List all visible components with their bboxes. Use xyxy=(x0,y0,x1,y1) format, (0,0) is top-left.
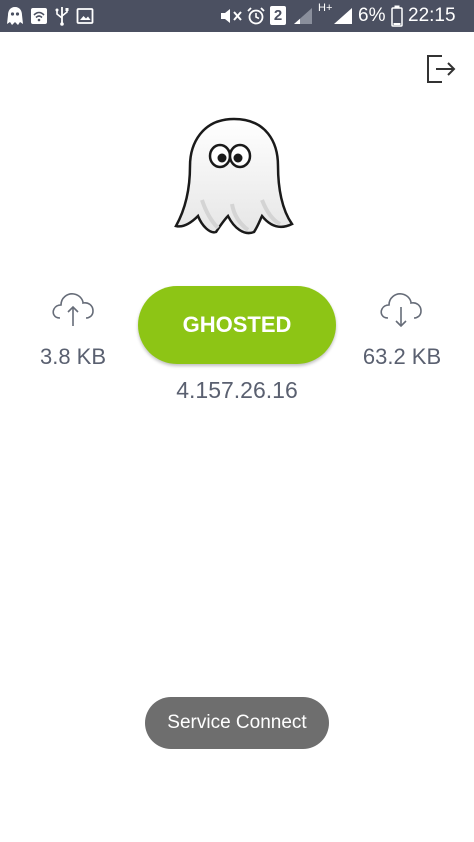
battery-percent: 6% xyxy=(358,5,386,26)
upload-amount: 3.8 KB xyxy=(39,344,107,369)
toast-message: Service Connect xyxy=(145,697,329,749)
ghost-logo xyxy=(174,117,294,235)
ip-address: 4.157.26.16 xyxy=(176,377,298,403)
alarm-icon xyxy=(247,7,265,25)
ghost-app-icon xyxy=(7,7,23,25)
exit-button[interactable] xyxy=(422,50,460,88)
status-bar-right: 2 H+ 6% 22:15 xyxy=(218,2,468,28)
battery-icon xyxy=(391,5,403,27)
status-bar: 2 H+ 6% 22:15 xyxy=(0,0,474,32)
app-screen: 2 H+ 6% 22:15 3.8 KB GHOSTED 63.2 KB 4.1… xyxy=(0,0,474,842)
signal-icon xyxy=(334,8,352,24)
ghosted-button-label: GHOSTED xyxy=(182,312,292,337)
cloud-download-icon xyxy=(380,293,422,328)
wifi-notification-icon xyxy=(31,8,47,24)
status-time: 22:15 xyxy=(408,5,456,26)
exit-icon xyxy=(427,55,456,83)
mute-icon xyxy=(221,9,242,23)
network-type: H+ xyxy=(318,2,333,14)
sim-badge-icon: 2 xyxy=(270,6,286,25)
toast-text: Service Connect xyxy=(167,712,307,733)
usb-icon xyxy=(55,7,69,26)
download-amount: 63.2 KB xyxy=(362,344,442,369)
image-icon xyxy=(76,8,94,24)
signal-icon xyxy=(294,8,312,24)
cloud-upload-icon xyxy=(52,293,94,326)
notification-badge: 2 xyxy=(273,7,283,24)
ghosted-button[interactable]: GHOSTED xyxy=(138,286,336,364)
